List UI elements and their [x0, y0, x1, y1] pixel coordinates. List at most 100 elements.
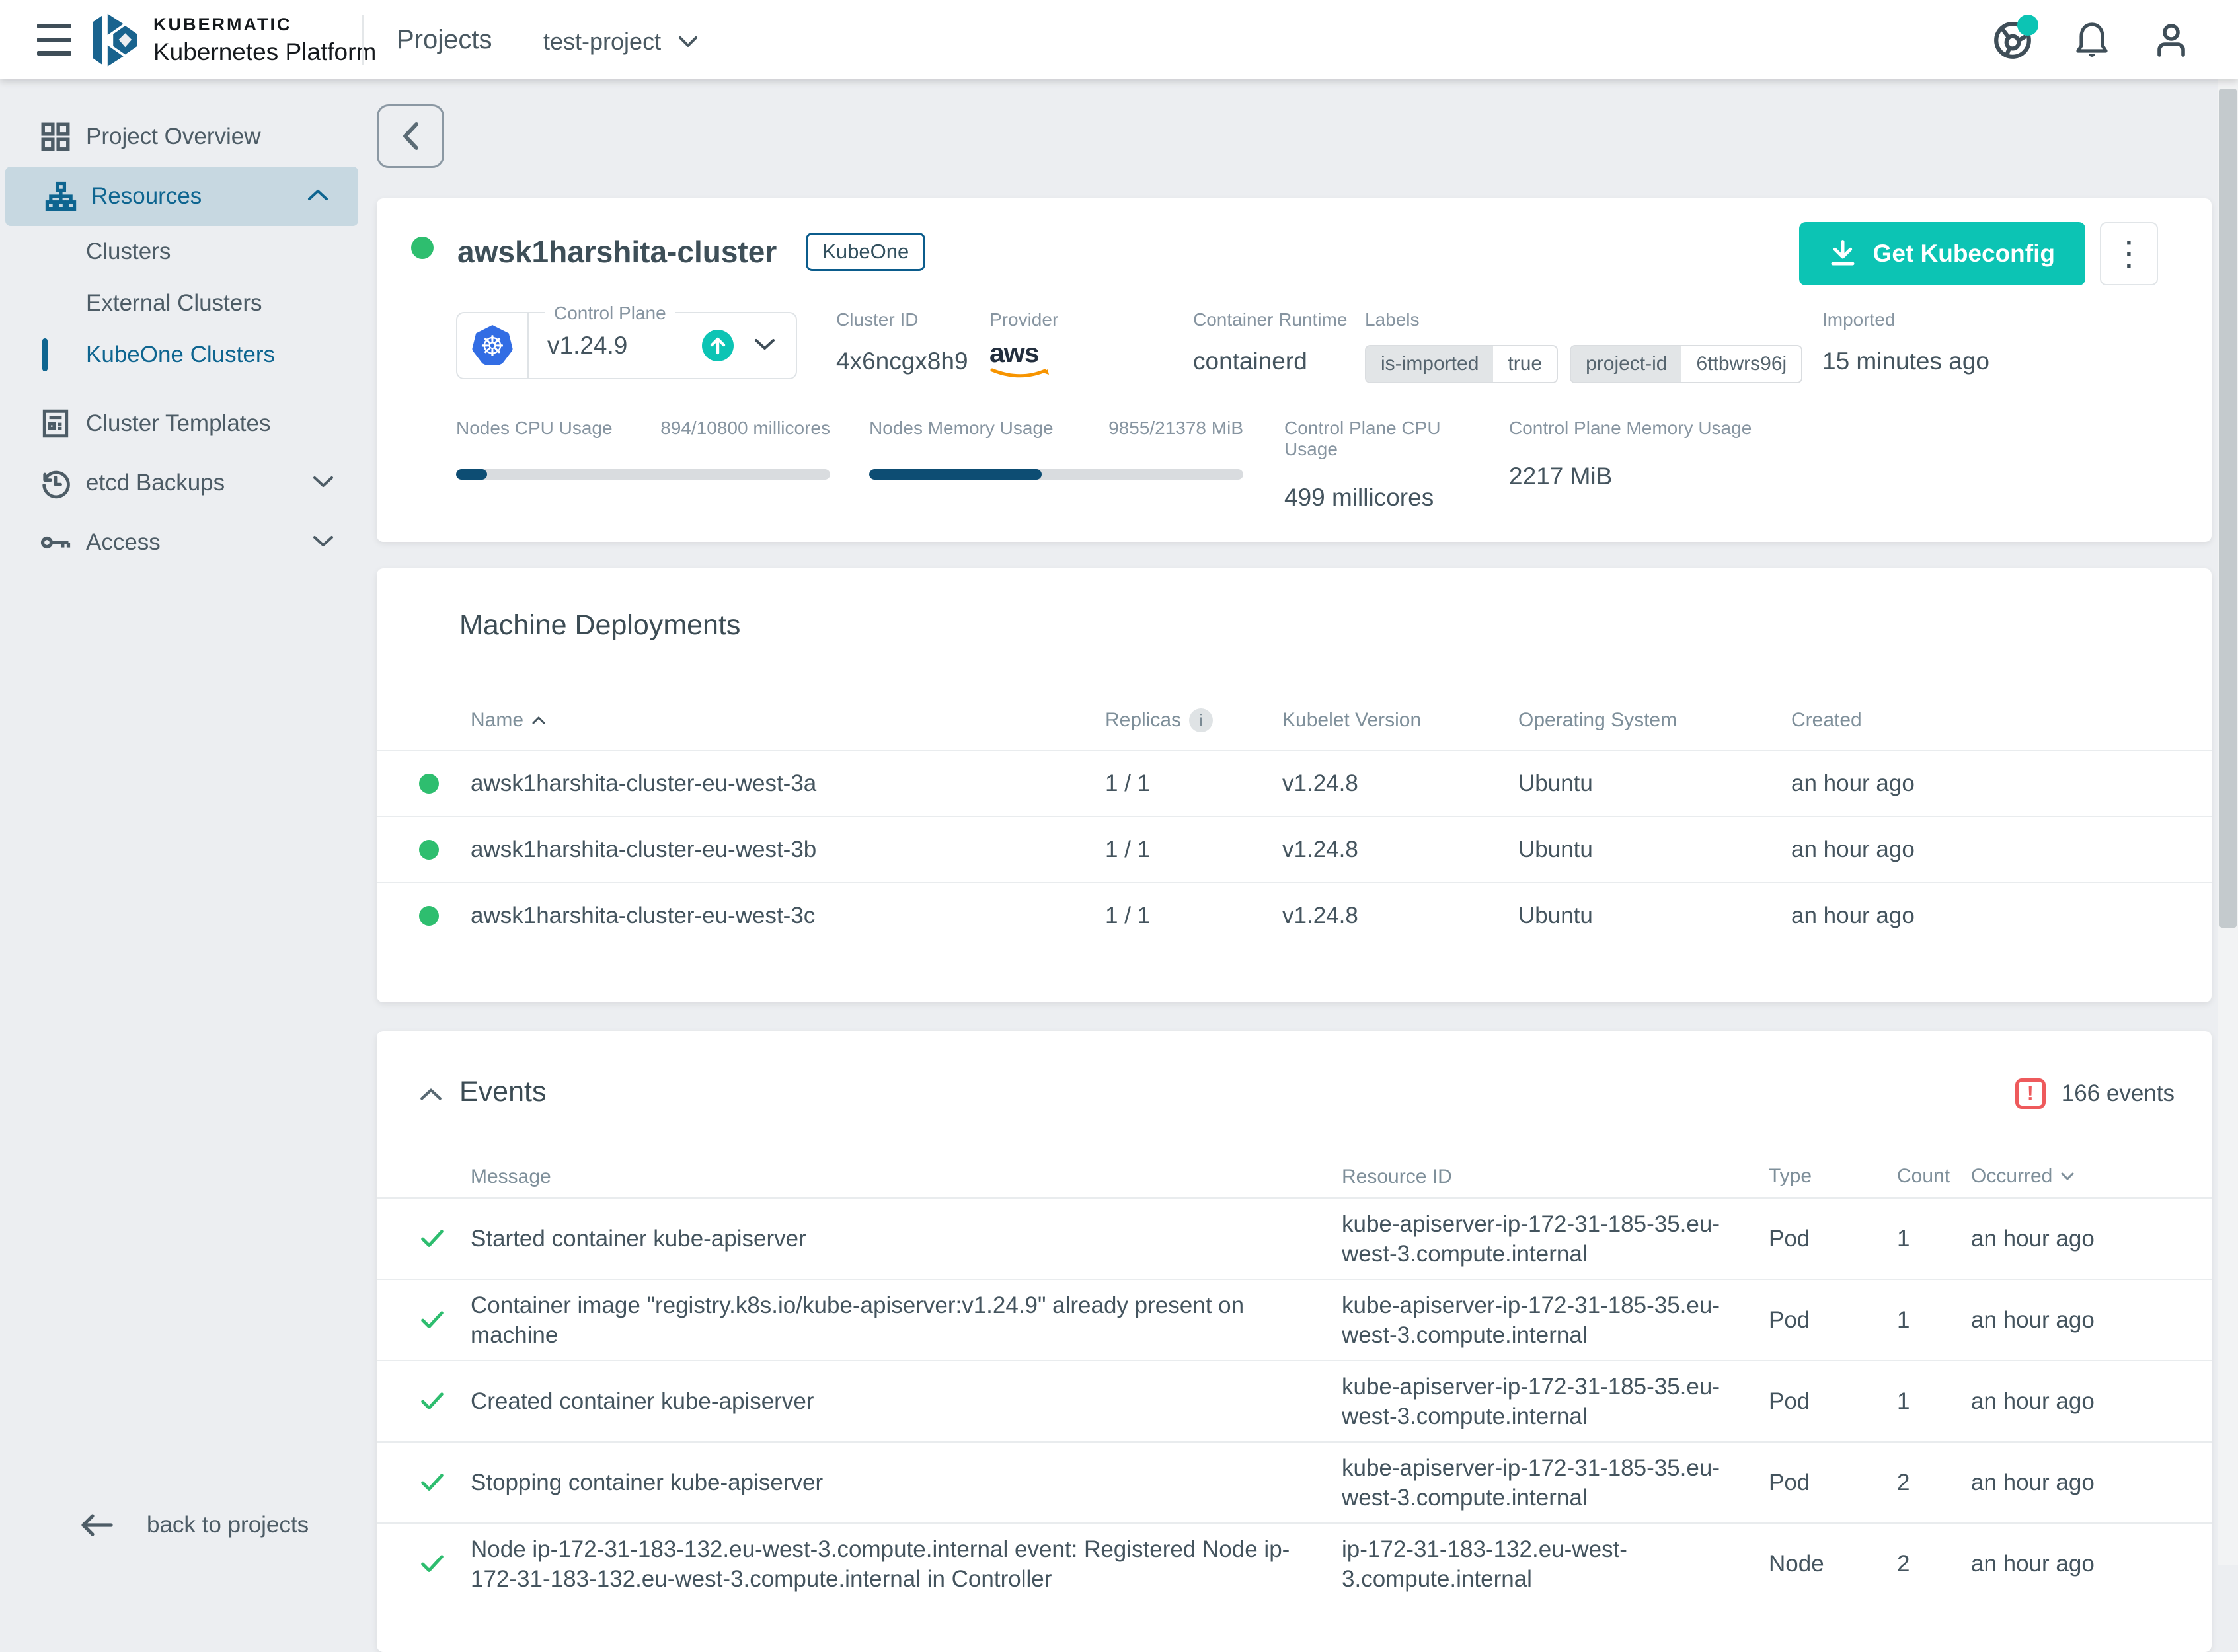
event-row[interactable]: Node ip-172-31-183-132.eu-west-3.compute… [377, 1522, 2212, 1604]
events-title: Events [459, 1076, 546, 1108]
event-type: Pod [1769, 1388, 1897, 1415]
nodes-cpu-value: 894/10800 millicores [660, 418, 830, 439]
sidebar-item-clusters[interactable]: Clusters [0, 226, 364, 278]
chevron-left-icon [401, 122, 420, 151]
info-icon[interactable]: i [1189, 708, 1213, 732]
hamburger-menu-icon[interactable] [37, 24, 71, 56]
sidebar-item-external-clusters[interactable]: External Clusters [0, 278, 364, 329]
column-kubelet-version: Kubelet Version [1282, 709, 1518, 732]
chevron-down-icon [678, 35, 698, 48]
alert-icon: ! [2015, 1078, 2046, 1109]
event-message: Container image "registry.k8s.io/kube-ap… [471, 1291, 1342, 1350]
md-created: an hour ago [1791, 837, 2212, 863]
event-row[interactable]: Stopping container kube-apiserver kube-a… [377, 1441, 2212, 1522]
back-to-projects-link[interactable]: back to projects [78, 1512, 309, 1538]
sidebar-item-resources[interactable]: Resources [5, 167, 358, 226]
control-plane-version-select[interactable]: Control Plane ☸ v1.24.9 [456, 312, 797, 379]
md-created: an hour ago [1791, 770, 2212, 797]
imported-label: Imported [1822, 309, 1989, 330]
cluster-id-block: Cluster ID 4x6ncgx8h9 [836, 309, 968, 375]
labels-block: Labels is-imported true project-id 6ttbw… [1365, 309, 1802, 383]
kebab-icon: ⋮ [2112, 234, 2146, 274]
machine-deployment-row[interactable]: awsk1harshita-cluster-eu-west-3a 1 / 1 v… [377, 750, 2212, 816]
progress-bar [869, 469, 1243, 480]
cluster-id-value: 4x6ncgx8h9 [836, 348, 968, 375]
sidebar-label: Cluster Templates [86, 410, 270, 437]
project-selector[interactable]: test-project [543, 28, 698, 56]
cluster-id-label: Cluster ID [836, 309, 968, 330]
md-name: awsk1harshita-cluster-eu-west-3a [471, 770, 1105, 797]
nodes-memory-usage: Nodes Memory Usage 9855/21378 MiB [869, 418, 1243, 480]
event-occurred: an hour ago [1971, 1388, 2212, 1415]
collapse-events-icon[interactable] [419, 1086, 443, 1106]
aws-logo-icon: aws [989, 340, 1058, 383]
get-kubeconfig-button[interactable]: Get Kubeconfig [1799, 222, 2085, 285]
label-chip-key: project-id [1571, 346, 1681, 382]
event-row[interactable]: Started container kube-apiserver kube-ap… [377, 1197, 2212, 1279]
event-occurred: an hour ago [1971, 1551, 2212, 1577]
brand-top: KUBERMATIC [153, 16, 376, 34]
event-message: Node ip-172-31-183-132.eu-west-3.compute… [471, 1534, 1342, 1594]
machine-deployment-row[interactable]: awsk1harshita-cluster-eu-west-3b 1 / 1 v… [377, 816, 2212, 882]
scrollbar-thumb[interactable] [2219, 89, 2237, 928]
column-occurred[interactable]: Occurred [1971, 1165, 2052, 1187]
md-kubelet: v1.24.8 [1282, 770, 1518, 797]
events-count-label: 166 events [2062, 1080, 2175, 1107]
imported-block: Imported 15 minutes ago [1822, 309, 1989, 375]
sidebar-item-access[interactable]: Access [0, 513, 364, 572]
cp-memory-value: 2217 MiB [1509, 463, 1760, 490]
upgrade-available-icon[interactable] [702, 330, 734, 361]
back-button[interactable] [377, 104, 444, 168]
label-chip-value: 6ttbwrs96j [1681, 346, 1801, 382]
event-message: Started container kube-apiserver [471, 1224, 1342, 1254]
column-created: Created [1791, 709, 2212, 732]
column-type: Type [1769, 1165, 1897, 1187]
progress-fill [869, 469, 1042, 480]
event-occurred: an hour ago [1971, 1226, 2212, 1252]
imported-value: 15 minutes ago [1822, 348, 1989, 375]
event-resource-id: kube-apiserver-ip-172-31-185-35.eu-west-… [1342, 1209, 1725, 1269]
event-message: Stopping container kube-apiserver [471, 1468, 1342, 1497]
check-icon [419, 1472, 445, 1493]
event-message: Created container kube-apiserver [471, 1386, 1342, 1416]
label-chip-value: true [1493, 346, 1557, 382]
sidebar-label: KubeOne Clusters [86, 342, 275, 368]
scrollbar[interactable] [2218, 79, 2238, 1565]
event-row[interactable]: Created container kube-apiserver kube-ap… [377, 1360, 2212, 1441]
community-icon[interactable] [1992, 20, 2033, 61]
sidebar-item-cluster-templates[interactable]: Cluster Templates [0, 394, 364, 453]
machine-deployment-row[interactable]: awsk1harshita-cluster-eu-west-3c 1 / 1 v… [377, 882, 2212, 948]
container-runtime-label: Container Runtime [1193, 309, 1347, 330]
cp-cpu-value: 499 millicores [1284, 484, 1496, 511]
md-name: awsk1harshita-cluster-eu-west-3b [471, 837, 1105, 863]
document-icon [37, 407, 74, 440]
user-icon[interactable] [2151, 20, 2192, 61]
event-type: Pod [1769, 1226, 1897, 1252]
project-selector-value: test-project [543, 28, 661, 56]
progress-bar [456, 469, 830, 480]
bell-icon[interactable] [2071, 20, 2112, 61]
nodes-cpu-label: Nodes CPU Usage [456, 418, 613, 439]
check-icon [419, 1391, 445, 1412]
check-icon [419, 1310, 445, 1331]
event-row[interactable]: Container image "registry.k8s.io/kube-ap… [377, 1279, 2212, 1360]
event-count: 2 [1897, 1470, 1971, 1496]
event-type: Node [1769, 1551, 1897, 1577]
column-name[interactable]: Name [471, 709, 523, 732]
kubermatic-logo-icon[interactable] [87, 12, 143, 71]
check-icon [419, 1554, 445, 1575]
md-replicas: 1 / 1 [1105, 837, 1282, 863]
container-runtime-block: Container Runtime containerd [1193, 309, 1347, 375]
sidebar-label: Access [86, 529, 161, 556]
sidebar-item-etcd-backups[interactable]: etcd Backups [0, 453, 364, 513]
column-message: Message [471, 1162, 1342, 1191]
sidebar-item-project-overview[interactable]: Project Overview [0, 107, 364, 167]
control-plane-version: v1.24.9 [547, 332, 627, 359]
event-occurred: an hour ago [1971, 1470, 2212, 1496]
event-resource-id: kube-apiserver-ip-172-31-185-35.eu-west-… [1342, 1372, 1725, 1431]
sidebar-item-kubeone-clusters[interactable]: KubeOne Clusters [0, 329, 364, 381]
status-dot [419, 840, 439, 860]
events-count-badge: ! 166 events [2015, 1078, 2175, 1109]
cluster-menu-button[interactable]: ⋮ [2100, 222, 2158, 285]
arrow-left-icon [78, 1512, 115, 1538]
